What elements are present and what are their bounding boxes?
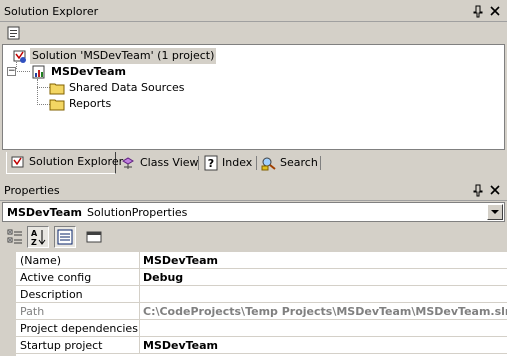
tab-label: Search	[280, 156, 318, 169]
svg-text:A: A	[31, 229, 38, 238]
property-grid[interactable]: (Name) MSDevTeam Active config Debug Des…	[2, 252, 507, 356]
project-label: MSDevTeam	[51, 65, 127, 78]
property-row[interactable]: (Name) MSDevTeam	[16, 252, 507, 269]
property-row[interactable]: Startup project MSDevTeam	[16, 337, 507, 354]
property-row[interactable]: Description	[16, 286, 507, 303]
property-value[interactable]: MSDevTeam	[141, 337, 507, 354]
properties-toolbar-icon[interactable]	[5, 24, 23, 42]
property-value[interactable]: MSDevTeam	[141, 252, 507, 269]
properties-view-button[interactable]	[54, 226, 76, 248]
alphabetical-icon: A Z	[31, 229, 46, 247]
grid-margin	[2, 252, 16, 356]
object-type: SolutionProperties	[87, 206, 188, 219]
properties-title: Properties	[4, 184, 60, 197]
pin-icon[interactable]	[471, 4, 485, 18]
categorized-icon[interactable]	[4, 226, 26, 248]
solution-explorer-toolbar	[0, 22, 507, 44]
folder-icon	[49, 83, 65, 95]
property-value[interactable]	[141, 320, 507, 337]
svg-text:Z: Z	[31, 238, 37, 247]
property-row[interactable]: Active config Debug	[16, 269, 507, 286]
property-list-icon	[57, 229, 73, 245]
combo-dropdown-button[interactable]	[487, 204, 503, 220]
properties-toolbar: A Z	[0, 224, 507, 250]
object-selector-combo[interactable]: MSDevTeam SolutionProperties	[2, 202, 505, 222]
properties-titlebar: Properties	[0, 181, 507, 201]
tab-label: Class View	[140, 156, 199, 169]
property-name: Project dependencies	[16, 320, 140, 337]
property-pages-icon[interactable]	[83, 226, 105, 248]
folder-icon	[49, 99, 65, 111]
alphabetical-button[interactable]: A Z	[27, 226, 49, 248]
property-value: C:\CodeProjects\Temp Projects\MSDevTeam\…	[143, 305, 507, 318]
property-value[interactable]	[141, 286, 507, 303]
object-name: MSDevTeam	[7, 206, 83, 219]
tool-window-tabs: Solution Explorer Class View ? Index Sea…	[0, 152, 507, 175]
solution-tree[interactable]: − Solution 'MSDevTeam' (1 project) MSDev…	[2, 44, 505, 150]
class-view-icon	[122, 157, 134, 169]
help-index-icon: ?	[204, 155, 218, 171]
chevron-down-icon	[491, 210, 499, 214]
solution-explorer-title: Solution Explorer	[4, 5, 99, 18]
solution-icon	[13, 50, 26, 63]
property-name: Path	[16, 303, 140, 320]
svg-text:?: ?	[208, 157, 214, 170]
close-icon[interactable]	[488, 4, 502, 18]
tab-search[interactable]: Search	[258, 153, 318, 173]
property-row[interactable]: Path C:\CodeProjects\Temp Projects\MSDev…	[16, 303, 507, 320]
tab-class-view[interactable]: Class View	[118, 153, 199, 173]
folder-label: Reports	[69, 97, 112, 110]
tab-label: Solution Explorer	[29, 155, 124, 168]
property-name: Description	[16, 286, 140, 303]
search-icon	[261, 157, 276, 171]
report-project-icon	[32, 65, 45, 79]
property-name: Active config	[16, 269, 140, 286]
property-row[interactable]: Project dependencies	[16, 320, 507, 337]
tab-index[interactable]: ? Index	[200, 153, 254, 173]
property-value[interactable]: Debug	[141, 269, 507, 286]
tree-folder-reports[interactable]: Reports	[49, 96, 169, 112]
tree-folder-shared-data-sources[interactable]: Shared Data Sources	[49, 80, 209, 96]
tree-project-node[interactable]: MSDevTeam	[31, 64, 151, 80]
solution-explorer-titlebar: Solution Explorer	[0, 2, 507, 22]
solution-label: Solution 'MSDevTeam' (1 project)	[30, 48, 217, 64]
close-icon[interactable]	[488, 183, 502, 197]
folder-label: Shared Data Sources	[69, 81, 185, 94]
property-name: (Name)	[16, 252, 140, 269]
pin-icon[interactable]	[471, 183, 485, 197]
tab-label: Index	[222, 156, 253, 169]
tree-solution-node[interactable]: Solution 'MSDevTeam' (1 project)	[12, 48, 217, 64]
property-name: Startup project	[16, 337, 140, 354]
solution-explorer-icon	[11, 156, 24, 168]
tab-solution-explorer[interactable]: Solution Explorer	[6, 152, 123, 174]
collapse-project-toggle[interactable]: −	[7, 67, 16, 76]
